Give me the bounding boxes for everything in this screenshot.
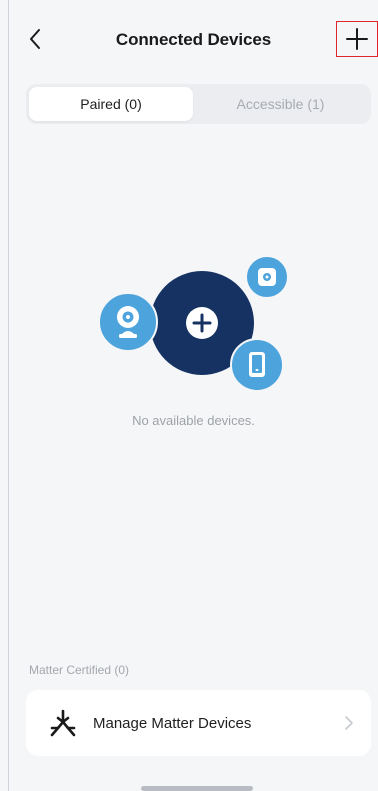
empty-state-illustration	[9, 250, 378, 400]
matter-logo-icon	[48, 708, 78, 738]
matter-section-label: Matter Certified (0)	[29, 663, 130, 677]
chevron-right-icon	[339, 713, 359, 733]
tab-paired[interactable]: Paired (0)	[29, 87, 193, 121]
manage-matter-label: Manage Matter Devices	[93, 714, 252, 732]
add-circle-icon	[186, 307, 218, 339]
camera-icon	[98, 292, 158, 352]
sensor-icon	[245, 255, 289, 299]
home-indicator[interactable]	[141, 786, 253, 791]
add-device-button[interactable]	[336, 21, 378, 57]
header: Connected Devices	[9, 0, 378, 78]
tab-accessible[interactable]: Accessible (1)	[193, 87, 368, 121]
plus-icon	[346, 28, 368, 50]
connected-devices-screen: Connected Devices Paired (0) Accessible …	[8, 0, 378, 791]
empty-state-graphic	[98, 255, 289, 392]
empty-state-message: No available devices.	[132, 413, 255, 428]
phone-icon	[230, 338, 284, 392]
device-tabs: Paired (0) Accessible (1)	[26, 84, 371, 124]
manage-matter-devices-button[interactable]: Manage Matter Devices	[26, 690, 371, 756]
page-title: Connected Devices	[115, 30, 272, 49]
